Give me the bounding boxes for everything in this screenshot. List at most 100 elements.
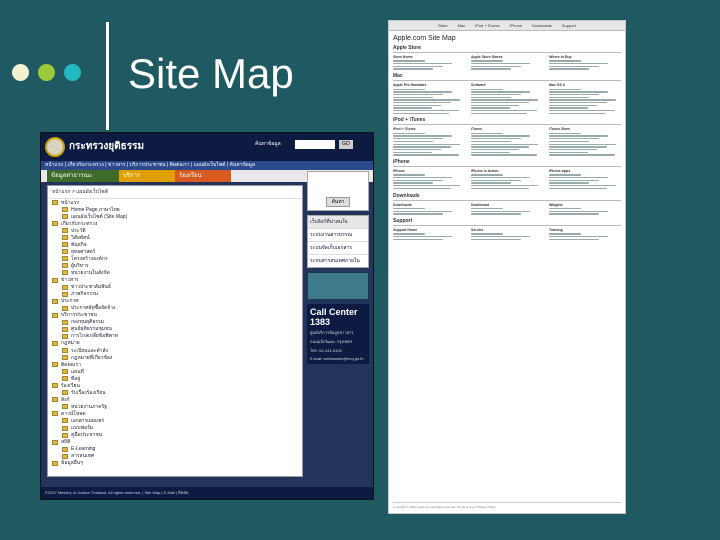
link-placeholder[interactable] <box>471 104 520 106</box>
link-placeholder[interactable] <box>393 112 450 115</box>
sitemap-tree-item[interactable]: สถิติ <box>48 439 302 446</box>
link-placeholder[interactable] <box>549 151 588 153</box>
column-heading[interactable]: iPod + iTunes <box>393 127 465 131</box>
sitemap-tree-item[interactable]: รับเรื่องร้องเรียน <box>48 389 302 396</box>
link-placeholder[interactable] <box>549 101 607 104</box>
column-heading[interactable]: iPhone Apps <box>549 169 621 173</box>
column-heading[interactable]: Store Home <box>393 55 465 59</box>
link-placeholder[interactable] <box>393 63 453 65</box>
link-placeholder[interactable] <box>393 60 426 62</box>
link-placeholder[interactable] <box>549 143 616 145</box>
link-placeholder[interactable] <box>393 104 442 106</box>
column-heading[interactable]: Support Home <box>393 228 465 232</box>
link-placeholder[interactable] <box>393 99 460 101</box>
link-placeholder[interactable] <box>471 107 510 109</box>
link-placeholder[interactable] <box>471 236 531 238</box>
link-placeholder[interactable] <box>393 185 460 187</box>
link-placeholder[interactable] <box>471 91 531 93</box>
link-placeholder[interactable] <box>393 213 443 215</box>
link-placeholder[interactable] <box>549 236 609 238</box>
link-placeholder[interactable] <box>471 233 504 235</box>
link-placeholder[interactable] <box>471 88 504 90</box>
link-placeholder[interactable] <box>549 238 599 241</box>
column-heading[interactable]: Mac OS X <box>549 83 621 87</box>
link-placeholder[interactable] <box>549 146 607 148</box>
link-placeholder[interactable] <box>471 182 512 184</box>
category-tab-complaint[interactable]: ร้องเรียน <box>175 170 231 182</box>
link-placeholder[interactable] <box>393 91 453 93</box>
thai-top-nav[interactable]: หน้าแรก | เกี่ยวกับกระทรวง | ข่าวสาร | บ… <box>41 161 373 170</box>
link-placeholder[interactable] <box>393 132 426 135</box>
link-placeholder[interactable] <box>549 185 616 187</box>
column-heading[interactable]: Widgets <box>549 203 621 207</box>
column-heading[interactable]: Dashboard <box>471 203 543 207</box>
sitemap-tree-item[interactable]: ติดต่อเรา <box>48 361 302 368</box>
link-placeholder[interactable] <box>549 148 598 151</box>
sidebar-link-item[interactable]: ระบบจัดเก็บเอกสาร <box>308 241 368 254</box>
sitemap-tree-item[interactable]: กฎหมายที่เกี่ยวข้อง <box>48 354 302 361</box>
link-placeholder[interactable] <box>549 135 609 137</box>
link-placeholder[interactable] <box>471 63 531 65</box>
link-placeholder[interactable] <box>549 132 582 135</box>
link-placeholder[interactable] <box>393 177 453 179</box>
column-heading[interactable]: Training <box>549 228 621 232</box>
sidebar-link-item[interactable]: ระบบสารสนเทศภายใน <box>308 254 368 267</box>
link-placeholder[interactable] <box>549 93 599 96</box>
link-placeholder[interactable] <box>471 185 538 187</box>
category-tab-public[interactable]: ข้อมูลสาธารณะ <box>47 170 119 182</box>
link-placeholder[interactable] <box>471 96 512 98</box>
apple-nav-item[interactable]: Support <box>562 21 576 30</box>
column-heading[interactable]: iPhone <box>393 169 465 173</box>
link-placeholder[interactable] <box>393 107 432 109</box>
link-placeholder[interactable] <box>393 151 432 153</box>
column-heading[interactable]: iTunes <box>471 127 543 131</box>
link-placeholder[interactable] <box>471 146 529 148</box>
link-placeholder[interactable] <box>549 207 582 210</box>
link-placeholder[interactable] <box>393 148 442 151</box>
link-placeholder[interactable] <box>393 101 451 104</box>
link-placeholder[interactable] <box>393 238 443 241</box>
sitemap-tree-item[interactable]: ภาพกิจกรรม <box>48 291 302 298</box>
link-placeholder[interactable] <box>471 65 521 68</box>
link-placeholder[interactable] <box>393 179 443 182</box>
link-placeholder[interactable] <box>393 210 453 212</box>
link-placeholder[interactable] <box>549 65 599 68</box>
sitemap-tree-item[interactable]: แผนที่ <box>48 368 302 375</box>
column-heading[interactable]: iPhone in Action <box>471 169 543 173</box>
column-heading[interactable]: Software <box>471 83 543 87</box>
link-placeholder[interactable] <box>549 68 590 70</box>
link-placeholder[interactable] <box>393 154 459 156</box>
link-placeholder[interactable] <box>471 112 528 115</box>
link-placeholder[interactable] <box>549 213 599 215</box>
link-placeholder[interactable] <box>471 68 512 70</box>
link-placeholder[interactable] <box>471 213 521 215</box>
link-placeholder[interactable] <box>393 110 459 112</box>
apple-nav-item[interactable]: iPod + iTunes <box>475 21 499 30</box>
apple-nav-item[interactable]: Mac <box>458 21 466 30</box>
link-placeholder[interactable] <box>549 187 607 190</box>
link-placeholder[interactable] <box>549 99 616 101</box>
link-placeholder[interactable] <box>549 96 590 98</box>
link-placeholder[interactable] <box>549 91 609 93</box>
link-placeholder[interactable] <box>549 177 609 179</box>
link-placeholder[interactable] <box>471 132 504 135</box>
link-placeholder[interactable] <box>471 154 537 156</box>
column-heading[interactable]: Service <box>471 228 543 232</box>
link-placeholder[interactable] <box>393 207 426 210</box>
sitemap-tree-item[interactable]: การไกล่เกลี่ยข้อพิพาท <box>48 333 302 340</box>
link-placeholder[interactable] <box>549 104 598 106</box>
apple-nav-item[interactable]: Store <box>438 21 448 30</box>
link-placeholder[interactable] <box>393 140 434 143</box>
link-placeholder[interactable] <box>471 99 538 101</box>
sidebar-link-item[interactable]: ระบบงานสารบรรณ <box>308 228 368 241</box>
link-placeholder[interactable] <box>393 93 443 96</box>
link-placeholder[interactable] <box>471 207 504 210</box>
link-placeholder[interactable] <box>549 182 590 184</box>
link-placeholder[interactable] <box>549 154 615 156</box>
sitemap-tree-item[interactable]: หน่วยงานภาครัฐ <box>48 403 302 410</box>
sitemap-tree-item[interactable]: คู่มือประชาชน <box>48 432 302 439</box>
link-placeholder[interactable] <box>471 151 510 153</box>
sitemap-tree-item[interactable]: เกี่ยวกับกระทรวง <box>48 220 302 227</box>
column-heading[interactable]: Downloads <box>393 203 465 207</box>
apple-nav-item[interactable]: Downloads <box>532 21 552 30</box>
